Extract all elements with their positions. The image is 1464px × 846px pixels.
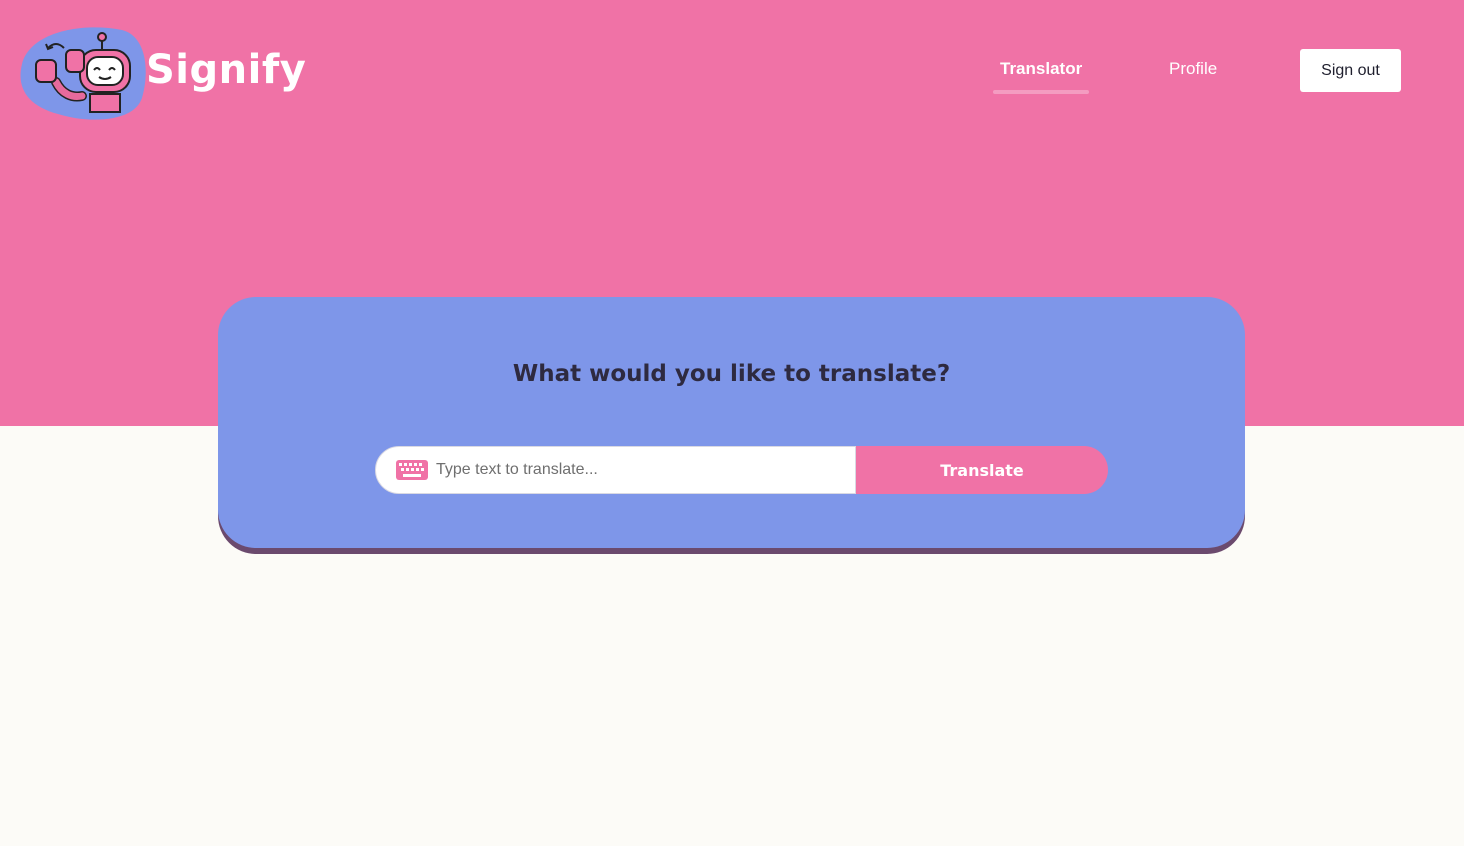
active-tab-indicator [993, 90, 1089, 94]
translate-input-container[interactable] [375, 446, 856, 494]
translator-card: What would you like to translate? Transl… [218, 297, 1245, 548]
translator-heading: What would you like to translate? [512, 361, 951, 387]
translate-text-input[interactable] [436, 450, 836, 490]
sign-out-button[interactable]: Sign out [1300, 49, 1401, 92]
top-navigation: Translator Profile Sign out [0, 49, 1464, 95]
keyboard-icon [396, 460, 428, 480]
nav-profile-link[interactable]: Profile [1169, 59, 1217, 79]
nav-translator-link[interactable]: Translator [1000, 59, 1082, 79]
translate-button[interactable]: Translate [856, 446, 1108, 494]
